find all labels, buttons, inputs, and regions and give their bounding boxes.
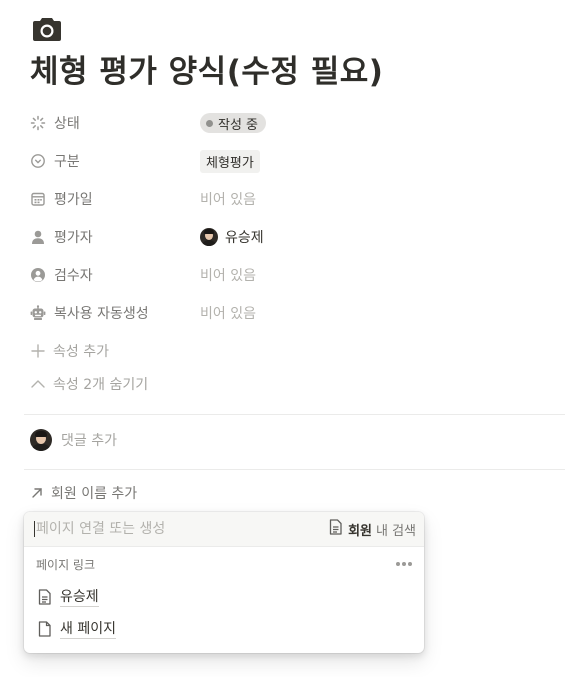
section-title: 페이지 링크 [36, 557, 96, 572]
evaluator-name: 유승제 [225, 230, 264, 246]
popup-item-page[interactable]: 유승제 [24, 581, 424, 613]
property-label: 구분 [54, 154, 80, 170]
page-title[interactable]: 체형 평가 양식(수정 필요) [30, 50, 383, 94]
evaluator-value[interactable]: 유승제 [200, 227, 264, 247]
text-caret [34, 521, 35, 537]
select-icon [30, 153, 46, 169]
property-label: 평가일 [54, 192, 93, 208]
page-icon [36, 620, 52, 638]
person-icon [30, 229, 46, 245]
comment-input[interactable]: 댓글 추가 [30, 429, 117, 451]
status-badge[interactable]: 작성 중 [200, 113, 267, 133]
popup-section-header: 페이지 링크 [24, 547, 424, 581]
property-row-eval-date[interactable]: 평가일 비어 있음 [30, 184, 550, 214]
property-label: 평가자 [54, 230, 93, 246]
status-label: 작성 중 [218, 117, 259, 133]
page-text-icon [329, 519, 342, 539]
status-dot [206, 119, 213, 127]
divider [24, 469, 565, 470]
avatar [30, 429, 52, 451]
plus-icon [30, 343, 46, 359]
eval-date-value[interactable]: 비어 있음 [200, 189, 256, 209]
auto-generate-value[interactable]: 비어 있음 [200, 303, 256, 323]
property-row-auto-generate[interactable]: 복사용 자동생성 비어 있음 [30, 298, 550, 328]
relation-popup: 회원 내 검색 페이지 링크 유승제 새 페이지 [24, 512, 424, 653]
camera-icon[interactable] [32, 16, 62, 42]
property-row-category[interactable]: 구분 체형평가 [30, 146, 550, 176]
popup-item-label: 새 페이지 [60, 620, 116, 639]
search-scope-db: 회원 [348, 523, 372, 539]
add-property-label: 속성 추가 [53, 344, 109, 360]
search-scope-suffix: 내 검색 [375, 523, 416, 539]
property-row-status[interactable]: 상태 작성 중 [30, 108, 550, 138]
property-row-evaluator[interactable]: 평가자 유승제 [30, 222, 550, 252]
calendar-icon [30, 191, 46, 207]
property-label: 검수자 [54, 268, 93, 284]
search-scope[interactable]: 회원 내 검색 [329, 519, 416, 539]
popup-item-label: 유승제 [60, 588, 99, 607]
relation-label: 회원 이름 추가 [51, 486, 138, 502]
status-value[interactable]: 작성 중 [200, 113, 267, 133]
hide-properties-button[interactable]: 속성 2개 숨기기 [30, 372, 148, 396]
person-circle-icon [30, 267, 46, 283]
comment-placeholder: 댓글 추가 [61, 433, 117, 449]
robot-icon [30, 305, 46, 321]
category-value[interactable]: 체형평가 [200, 149, 260, 173]
property-label: 복사용 자동생성 [54, 306, 149, 322]
hide-properties-label: 속성 2개 숨기기 [53, 377, 149, 393]
category-tag[interactable]: 체형평가 [200, 149, 260, 173]
property-row-reviewer[interactable]: 검수자 비어 있음 [30, 260, 550, 290]
chevron-up-icon [30, 376, 46, 392]
popup-search-bar: 회원 내 검색 [24, 512, 424, 547]
divider [24, 414, 565, 415]
avatar [200, 228, 218, 246]
arrow-up-right-icon [30, 486, 44, 500]
relation-add-button[interactable]: 회원 이름 추가 [30, 483, 137, 503]
page-text-icon [36, 588, 52, 606]
property-label: 상태 [54, 116, 80, 132]
popup-item-new-page[interactable]: 새 페이지 [24, 613, 424, 645]
more-icon[interactable] [396, 562, 412, 566]
add-property-button[interactable]: 속성 추가 [30, 339, 109, 363]
link-search-input[interactable] [36, 521, 330, 537]
status-icon [30, 115, 46, 131]
reviewer-value[interactable]: 비어 있음 [200, 265, 256, 285]
